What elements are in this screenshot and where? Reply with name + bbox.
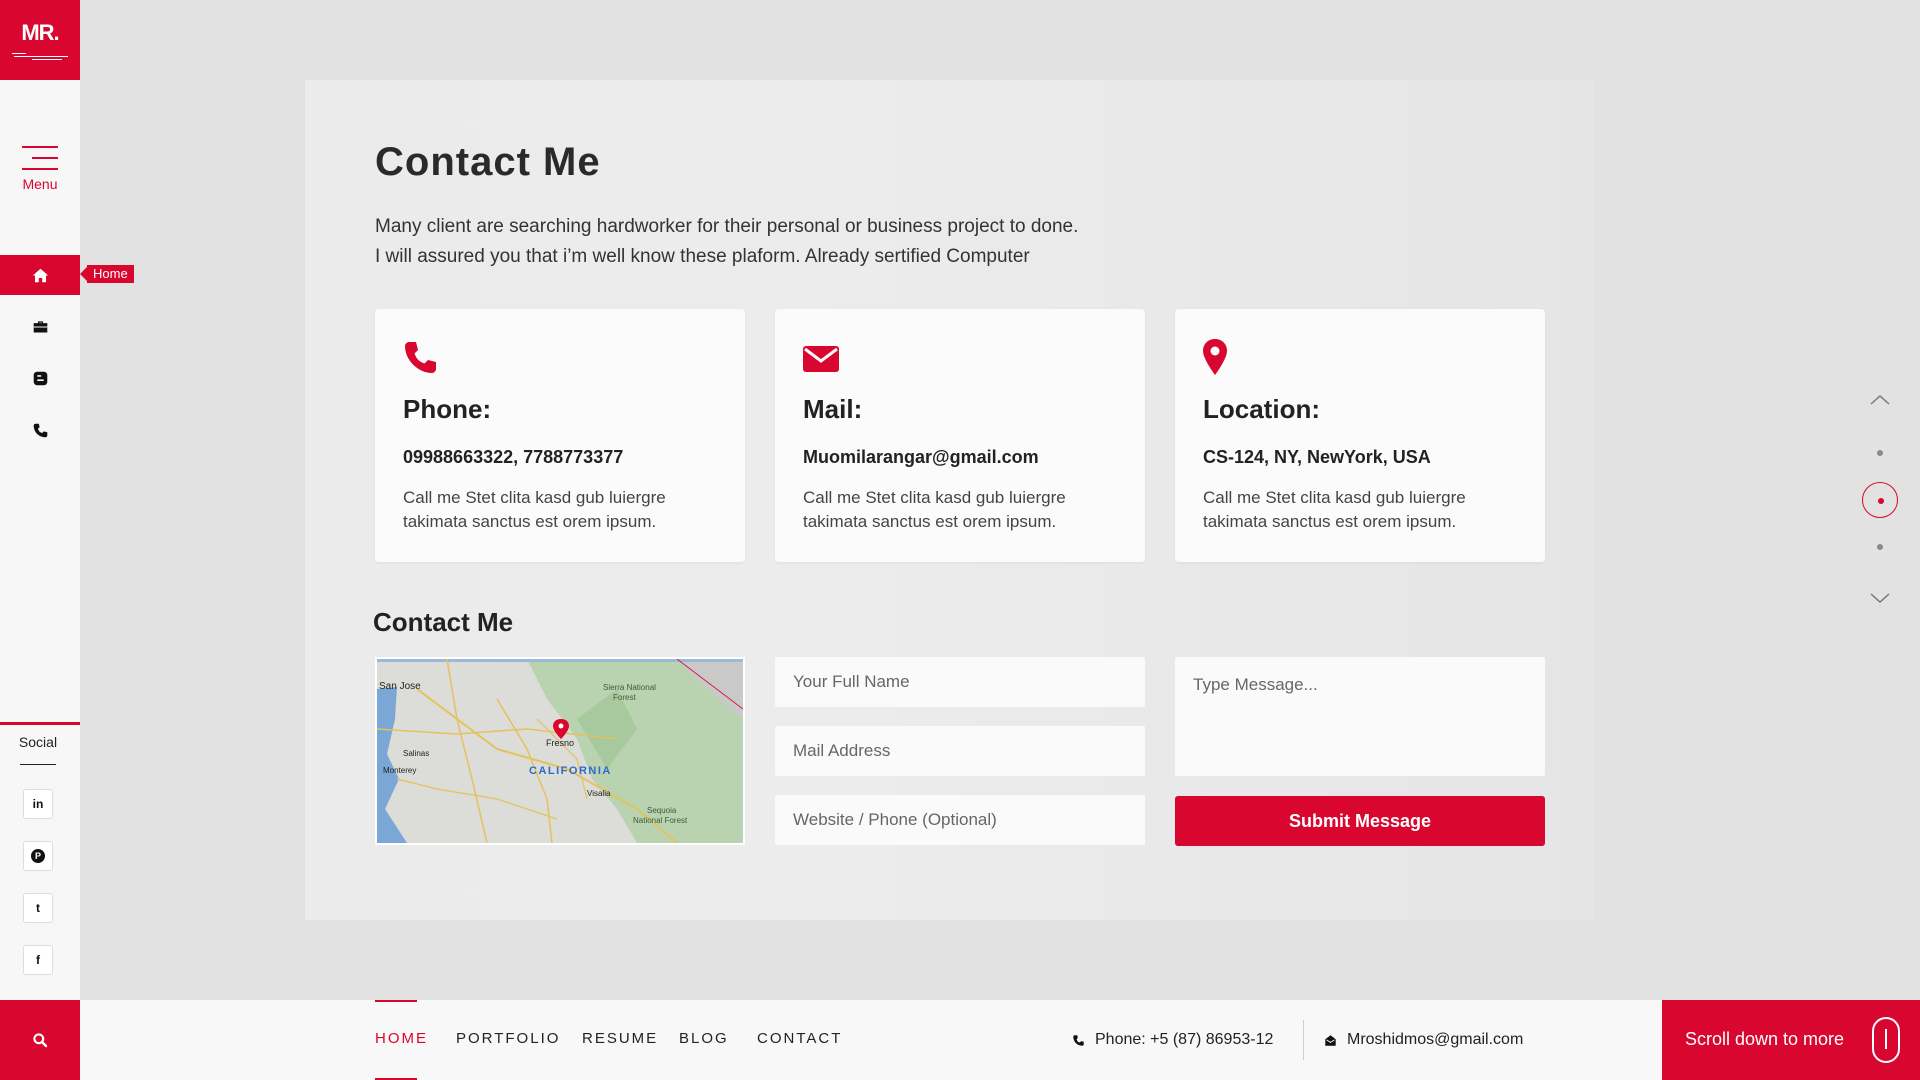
- chevron-up-icon[interactable]: [1870, 390, 1890, 410]
- search-icon: [33, 1033, 48, 1048]
- location-card-value: CS-124, NY, NewYork, USA: [1203, 447, 1431, 467]
- location-card-title: Location:: [1203, 394, 1320, 424]
- social-underline: [20, 764, 56, 765]
- left-sidebar: MR. Menu Social in P t f: [0, 0, 80, 1080]
- twitter-button[interactable]: t: [23, 893, 53, 923]
- hamburger-icon: [22, 146, 58, 170]
- footer-nav-home[interactable]: HOME: [375, 1000, 428, 1080]
- footer-nav-blog[interactable]: BLOG: [679, 1000, 729, 1080]
- map-label-fresno: Fresno: [546, 738, 574, 748]
- map-label-monterey: Monterey: [383, 766, 416, 775]
- scroll-down-label: Scroll down to more: [1685, 1029, 1845, 1049]
- sidebar-item-contact[interactable]: [0, 410, 80, 450]
- scroll-down-button[interactable]: Scroll down to more: [1662, 1000, 1920, 1080]
- linkedin-icon: in: [32, 797, 44, 811]
- pinterest-icon: P: [31, 849, 45, 863]
- envelope-open-icon: [1325, 1034, 1336, 1046]
- footer-divider: [1303, 1020, 1304, 1060]
- home-icon: [32, 268, 48, 282]
- blogger-icon: [33, 371, 47, 385]
- linkedin-button[interactable]: in: [23, 789, 53, 819]
- footer-nav-portfolio[interactable]: PORTFOLIO: [456, 1000, 560, 1080]
- map-label-sequoia-1: Sequoia: [647, 806, 677, 815]
- menu-button[interactable]: Menu: [0, 138, 80, 198]
- form-title: Contact Me: [373, 607, 514, 637]
- footer-phone-text: Phone: +5 (87) 86953-12: [1095, 1031, 1274, 1048]
- intro-line-1: Many client are searching hardworker for…: [375, 216, 1079, 237]
- map-graphic: San Jose Fresno Salinas Monterey Visalia…: [377, 659, 743, 843]
- intro-line-2: I will assured you that i’m well know th…: [375, 246, 1030, 267]
- chevron-down-icon[interactable]: [1870, 588, 1890, 608]
- logo-lines-decoration: [12, 53, 68, 60]
- menu-label: Menu: [22, 176, 58, 192]
- footer-bar: HOME PORTFOLIO RESUME BLOG CONTACT Phone…: [80, 1000, 1662, 1080]
- pinterest-button[interactable]: P: [23, 841, 53, 871]
- phone-card: Phone: 09988663322, 7788773377 Call me S…: [375, 309, 745, 562]
- sidebar-item-portfolio[interactable]: [0, 306, 80, 346]
- footer-email[interactable]: Mroshidmos@gmail.com: [1324, 1000, 1523, 1080]
- social-label: Social: [18, 734, 58, 750]
- phone-card-value[interactable]: 09988663322, 7788773377: [403, 447, 717, 468]
- map-label-sequoia-2: National Forest: [633, 816, 688, 825]
- search-button[interactable]: [0, 1000, 80, 1080]
- phone-card-desc: Call me Stet clita kasd gub luiergre tak…: [403, 488, 666, 531]
- message-textarea[interactable]: [1175, 657, 1545, 776]
- map-label-salinas: Salinas: [403, 749, 429, 758]
- briefcase-icon: [33, 320, 47, 332]
- page-title: Contact Me: [375, 140, 601, 184]
- phone-card-title: Phone:: [403, 394, 492, 424]
- submit-message-button[interactable]: Submit Message: [1175, 796, 1545, 846]
- footer-phone[interactable]: Phone: +5 (87) 86953-12: [1072, 1000, 1273, 1080]
- mail-card-value[interactable]: Muomilarangar@gmail.com: [803, 447, 1117, 468]
- envelope-icon: [803, 346, 839, 372]
- mail-card: Mail: Muomilarangar@gmail.com Call me St…: [775, 309, 1145, 562]
- intro-text: Many client are searching hardworker for…: [375, 212, 1225, 272]
- website-phone-input[interactable]: [775, 795, 1145, 845]
- phone-icon: [33, 423, 47, 437]
- facebook-button[interactable]: f: [23, 945, 53, 975]
- section-dot-3[interactable]: [1877, 544, 1883, 550]
- map-label-san-jose: San Jose: [379, 681, 421, 692]
- footer-nav-resume[interactable]: RESUME: [582, 1000, 658, 1080]
- map-label-sierra-1: Sierra National: [603, 683, 656, 692]
- full-name-input[interactable]: [775, 657, 1145, 707]
- phone-icon: [405, 342, 436, 373]
- map-label-visalia: Visalia: [587, 789, 611, 798]
- mail-address-input[interactable]: [775, 726, 1145, 776]
- section-dot-active[interactable]: [1862, 482, 1898, 518]
- footer-nav-contact[interactable]: CONTACT: [757, 1000, 842, 1080]
- facebook-icon: f: [36, 953, 40, 967]
- location-card: Location: CS-124, NY, NewYork, USA Call …: [1175, 309, 1545, 562]
- section-dot-nav: [1860, 390, 1900, 610]
- sidebar-item-home[interactable]: [0, 255, 80, 295]
- footer-email-text: Mroshidmos@gmail.com: [1347, 1031, 1524, 1048]
- location-card-desc: Call me Stet clita kasd gub luiergre tak…: [1203, 488, 1466, 531]
- twitter-icon: t: [36, 901, 40, 915]
- map-label-sierra-2: Forest: [613, 693, 636, 702]
- logo-text: MR.: [21, 20, 59, 45]
- map-pin-icon: [1203, 339, 1227, 375]
- mouse-scroll-icon: [1872, 1017, 1900, 1063]
- sidebar-item-blog[interactable]: [0, 358, 80, 398]
- phone-icon: [1073, 1034, 1084, 1046]
- social-divider: [0, 722, 80, 725]
- home-tooltip: Home: [80, 265, 134, 283]
- location-map[interactable]: San Jose Fresno Salinas Monterey Visalia…: [375, 657, 745, 845]
- section-dot-1[interactable]: [1877, 450, 1883, 456]
- mail-card-title: Mail:: [803, 394, 863, 424]
- map-label-state: CALIFORNIA: [529, 765, 612, 777]
- brand-logo[interactable]: MR.: [0, 0, 80, 80]
- mail-card-desc: Call me Stet clita kasd gub luiergre tak…: [803, 488, 1066, 531]
